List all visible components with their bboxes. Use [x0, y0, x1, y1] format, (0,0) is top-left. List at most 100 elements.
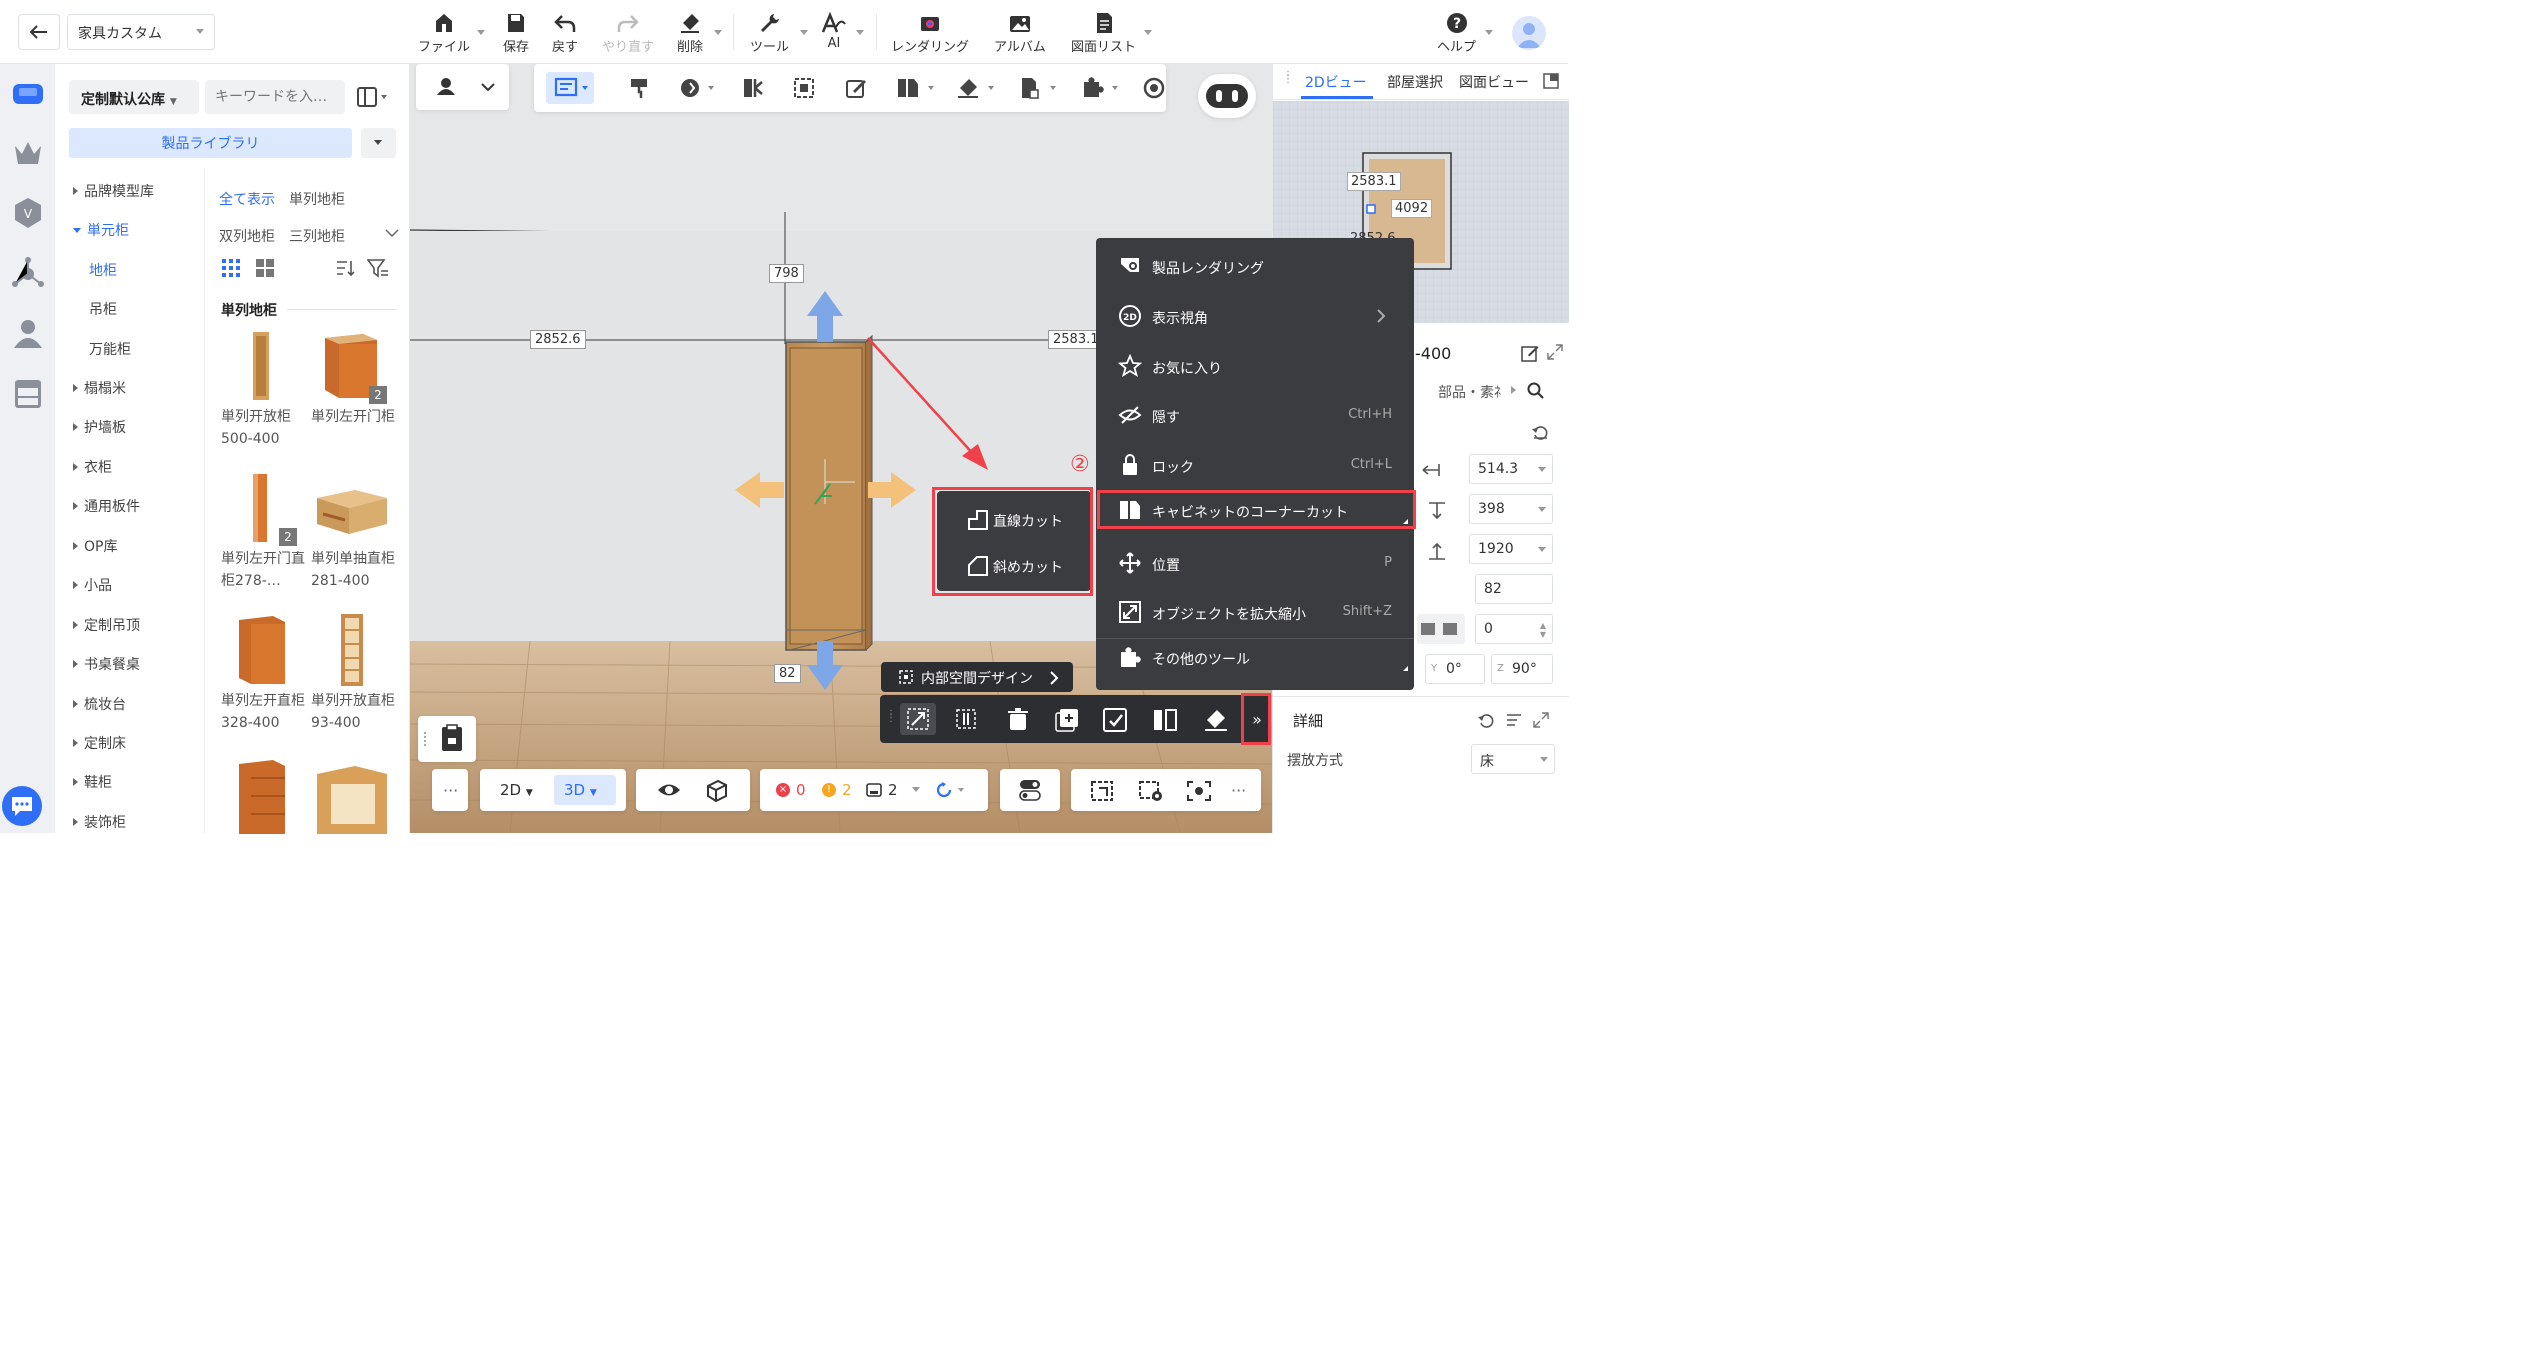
drag-handle-icon[interactable]: ⋮ ⋮: [1283, 71, 1293, 85]
category-item[interactable]: 品牌模型库: [73, 181, 154, 201]
filter-double-row[interactable]: 双列地柜: [219, 226, 275, 246]
nav-item-library[interactable]: [11, 76, 45, 110]
product-library-tab[interactable]: 製品ライブラリ: [69, 128, 352, 158]
height-field[interactable]: 1920: [1469, 534, 1553, 564]
avatar[interactable]: [1512, 16, 1546, 50]
list-settings-icon[interactable]: [1505, 712, 1523, 728]
grid-view-large-button[interactable]: [255, 258, 275, 278]
reset-icon[interactable]: [1531, 424, 1549, 440]
mode-3d-button[interactable]: 3D ▼: [554, 775, 616, 805]
nav-item-crown[interactable]: [11, 136, 45, 170]
tab-2d-view[interactable]: 2Dビュー: [1305, 72, 1367, 92]
chevron-down-icon[interactable]: [1540, 757, 1548, 762]
reset-icon[interactable]: [1477, 712, 1495, 728]
category-item[interactable]: 护墙板: [73, 417, 126, 437]
eraser-tool-icon[interactable]: [1202, 707, 1230, 733]
category-item[interactable]: 鞋柜: [73, 772, 112, 792]
depth-field[interactable]: 398: [1469, 494, 1553, 524]
paint-roller-icon[interactable]: [628, 76, 654, 100]
grid-view-small-button[interactable]: [221, 258, 241, 278]
menu-item-position[interactable]: 位置 P: [1096, 541, 1416, 585]
file-menu-button[interactable]: ファイル: [418, 8, 470, 58]
rotation-x-field[interactable]: 0 ▲ ▼: [1475, 614, 1553, 644]
settings-toggle-button[interactable]: [1000, 769, 1060, 811]
category-item[interactable]: 通用板件: [73, 496, 140, 516]
parts-material-tab[interactable]: 部品・素ﾈ: [1438, 382, 1501, 402]
eraser-tool-icon[interactable]: [956, 76, 998, 100]
tab-room-select[interactable]: 部屋選択: [1387, 72, 1443, 92]
chevron-down-icon[interactable]: [1538, 467, 1546, 472]
sync-icon[interactable]: [936, 781, 970, 799]
drawing-list-button[interactable]: 図面リスト: [1071, 8, 1136, 58]
chat-support-button[interactable]: [2, 786, 42, 826]
undo-button[interactable]: 戻す: [552, 8, 578, 58]
product-card[interactable]: 単列开放直柜93-400: [311, 610, 399, 734]
plugin-puzzle-icon[interactable]: [1080, 76, 1122, 100]
help-button[interactable]: ? ヘルプ: [1437, 8, 1476, 58]
chevron-down-icon[interactable]: [1538, 507, 1546, 512]
rotation-z-field[interactable]: Z 90°: [1491, 654, 1553, 684]
drag-handle-icon[interactable]: ⋮ ⋮: [886, 710, 896, 724]
panel-expand-icon[interactable]: [1543, 73, 1559, 89]
filter-triple-row[interactable]: 三列地柜: [289, 226, 345, 246]
edit-note-icon[interactable]: [844, 76, 868, 100]
subcategory-item[interactable]: 吊柜: [89, 299, 117, 319]
chevron-down-icon[interactable]: [714, 30, 722, 35]
document-tool-icon[interactable]: [1018, 76, 1060, 100]
sort-button[interactable]: [335, 258, 355, 278]
inner-space-design-button[interactable]: 内部空間デザイン: [881, 662, 1073, 692]
menu-item-lock[interactable]: ロック Ctrl+L: [1096, 443, 1416, 487]
chevron-down-icon[interactable]: [1485, 30, 1493, 35]
subcategory-item[interactable]: 地柜: [89, 260, 117, 280]
dimension-label-top[interactable]: 798: [769, 264, 804, 283]
save-button[interactable]: 保存: [503, 8, 529, 58]
panel-layout-toggle[interactable]: [357, 86, 389, 108]
edit-icon[interactable]: [1521, 344, 1539, 362]
product-card[interactable]: 単列单抽直柜281-400: [311, 468, 399, 592]
category-item[interactable]: 装饰柜: [73, 812, 126, 832]
nav-item-user[interactable]: [11, 316, 45, 350]
capture-area-icon[interactable]: [1089, 779, 1117, 803]
delete-button[interactable]: 削除: [677, 8, 703, 58]
category-item[interactable]: 小品: [73, 575, 112, 595]
size-select-icon[interactable]: [954, 707, 980, 733]
menu-item-scale-object[interactable]: オブジェクトを拡大縮小 Shift+Z: [1096, 590, 1416, 634]
category-item[interactable]: 梳妆台: [73, 694, 126, 714]
menu-item-favorite[interactable]: お気に入り: [1096, 344, 1416, 388]
expand-arrows-icon[interactable]: [1533, 712, 1549, 728]
stepper-arrows-icon[interactable]: ▲ ▼: [1540, 621, 1546, 639]
expand-arrows-icon[interactable]: [1547, 344, 1563, 360]
category-item[interactable]: 衣柜: [73, 457, 112, 477]
frame-select-icon[interactable]: [792, 76, 816, 100]
ai-menu-button[interactable]: AI: [821, 8, 847, 58]
cube-icon[interactable]: [704, 778, 730, 802]
focus-icon[interactable]: [1185, 779, 1213, 803]
filter-single-row[interactable]: 単列地柜: [289, 189, 345, 209]
ellipsis-icon[interactable]: ···: [1231, 781, 1246, 800]
transform-tool-button[interactable]: [900, 703, 936, 735]
target-icon[interactable]: [1142, 76, 1166, 100]
album-button[interactable]: アルバム: [994, 8, 1046, 58]
clipboard-button[interactable]: [418, 716, 476, 762]
project-selector[interactable]: 家具カスタム: [67, 14, 215, 50]
category-item[interactable]: OP库: [73, 536, 117, 556]
nav-item-model[interactable]: [11, 256, 45, 290]
nav-item-vip[interactable]: V: [11, 196, 45, 230]
subcategory-item[interactable]: 万能柜: [89, 339, 131, 359]
width-field[interactable]: 514.3: [1469, 454, 1553, 484]
tab-drawing-view[interactable]: 図面ビュー: [1459, 72, 1529, 92]
select-tool-button[interactable]: [546, 72, 594, 104]
product-card[interactable]: 2 単列左开门直柜278-…: [221, 468, 309, 592]
align-buttons[interactable]: [1417, 614, 1465, 644]
keyword-search-input[interactable]: [205, 80, 345, 114]
chevron-down-icon[interactable]: [800, 30, 808, 35]
category-item[interactable]: 単元柜: [73, 220, 129, 240]
menu-item-hide[interactable]: 隠す Ctrl+H: [1096, 393, 1416, 437]
add-copy-icon[interactable]: [1054, 707, 1080, 733]
error-count[interactable]: 0: [796, 781, 806, 799]
bottom-more-left[interactable]: ···: [432, 769, 468, 811]
category-item[interactable]: 书桌餐桌: [73, 654, 140, 674]
replace-model-icon[interactable]: [1102, 707, 1130, 733]
nav-item-cabinet[interactable]: [11, 376, 45, 410]
material-replace-icon[interactable]: [678, 76, 718, 100]
